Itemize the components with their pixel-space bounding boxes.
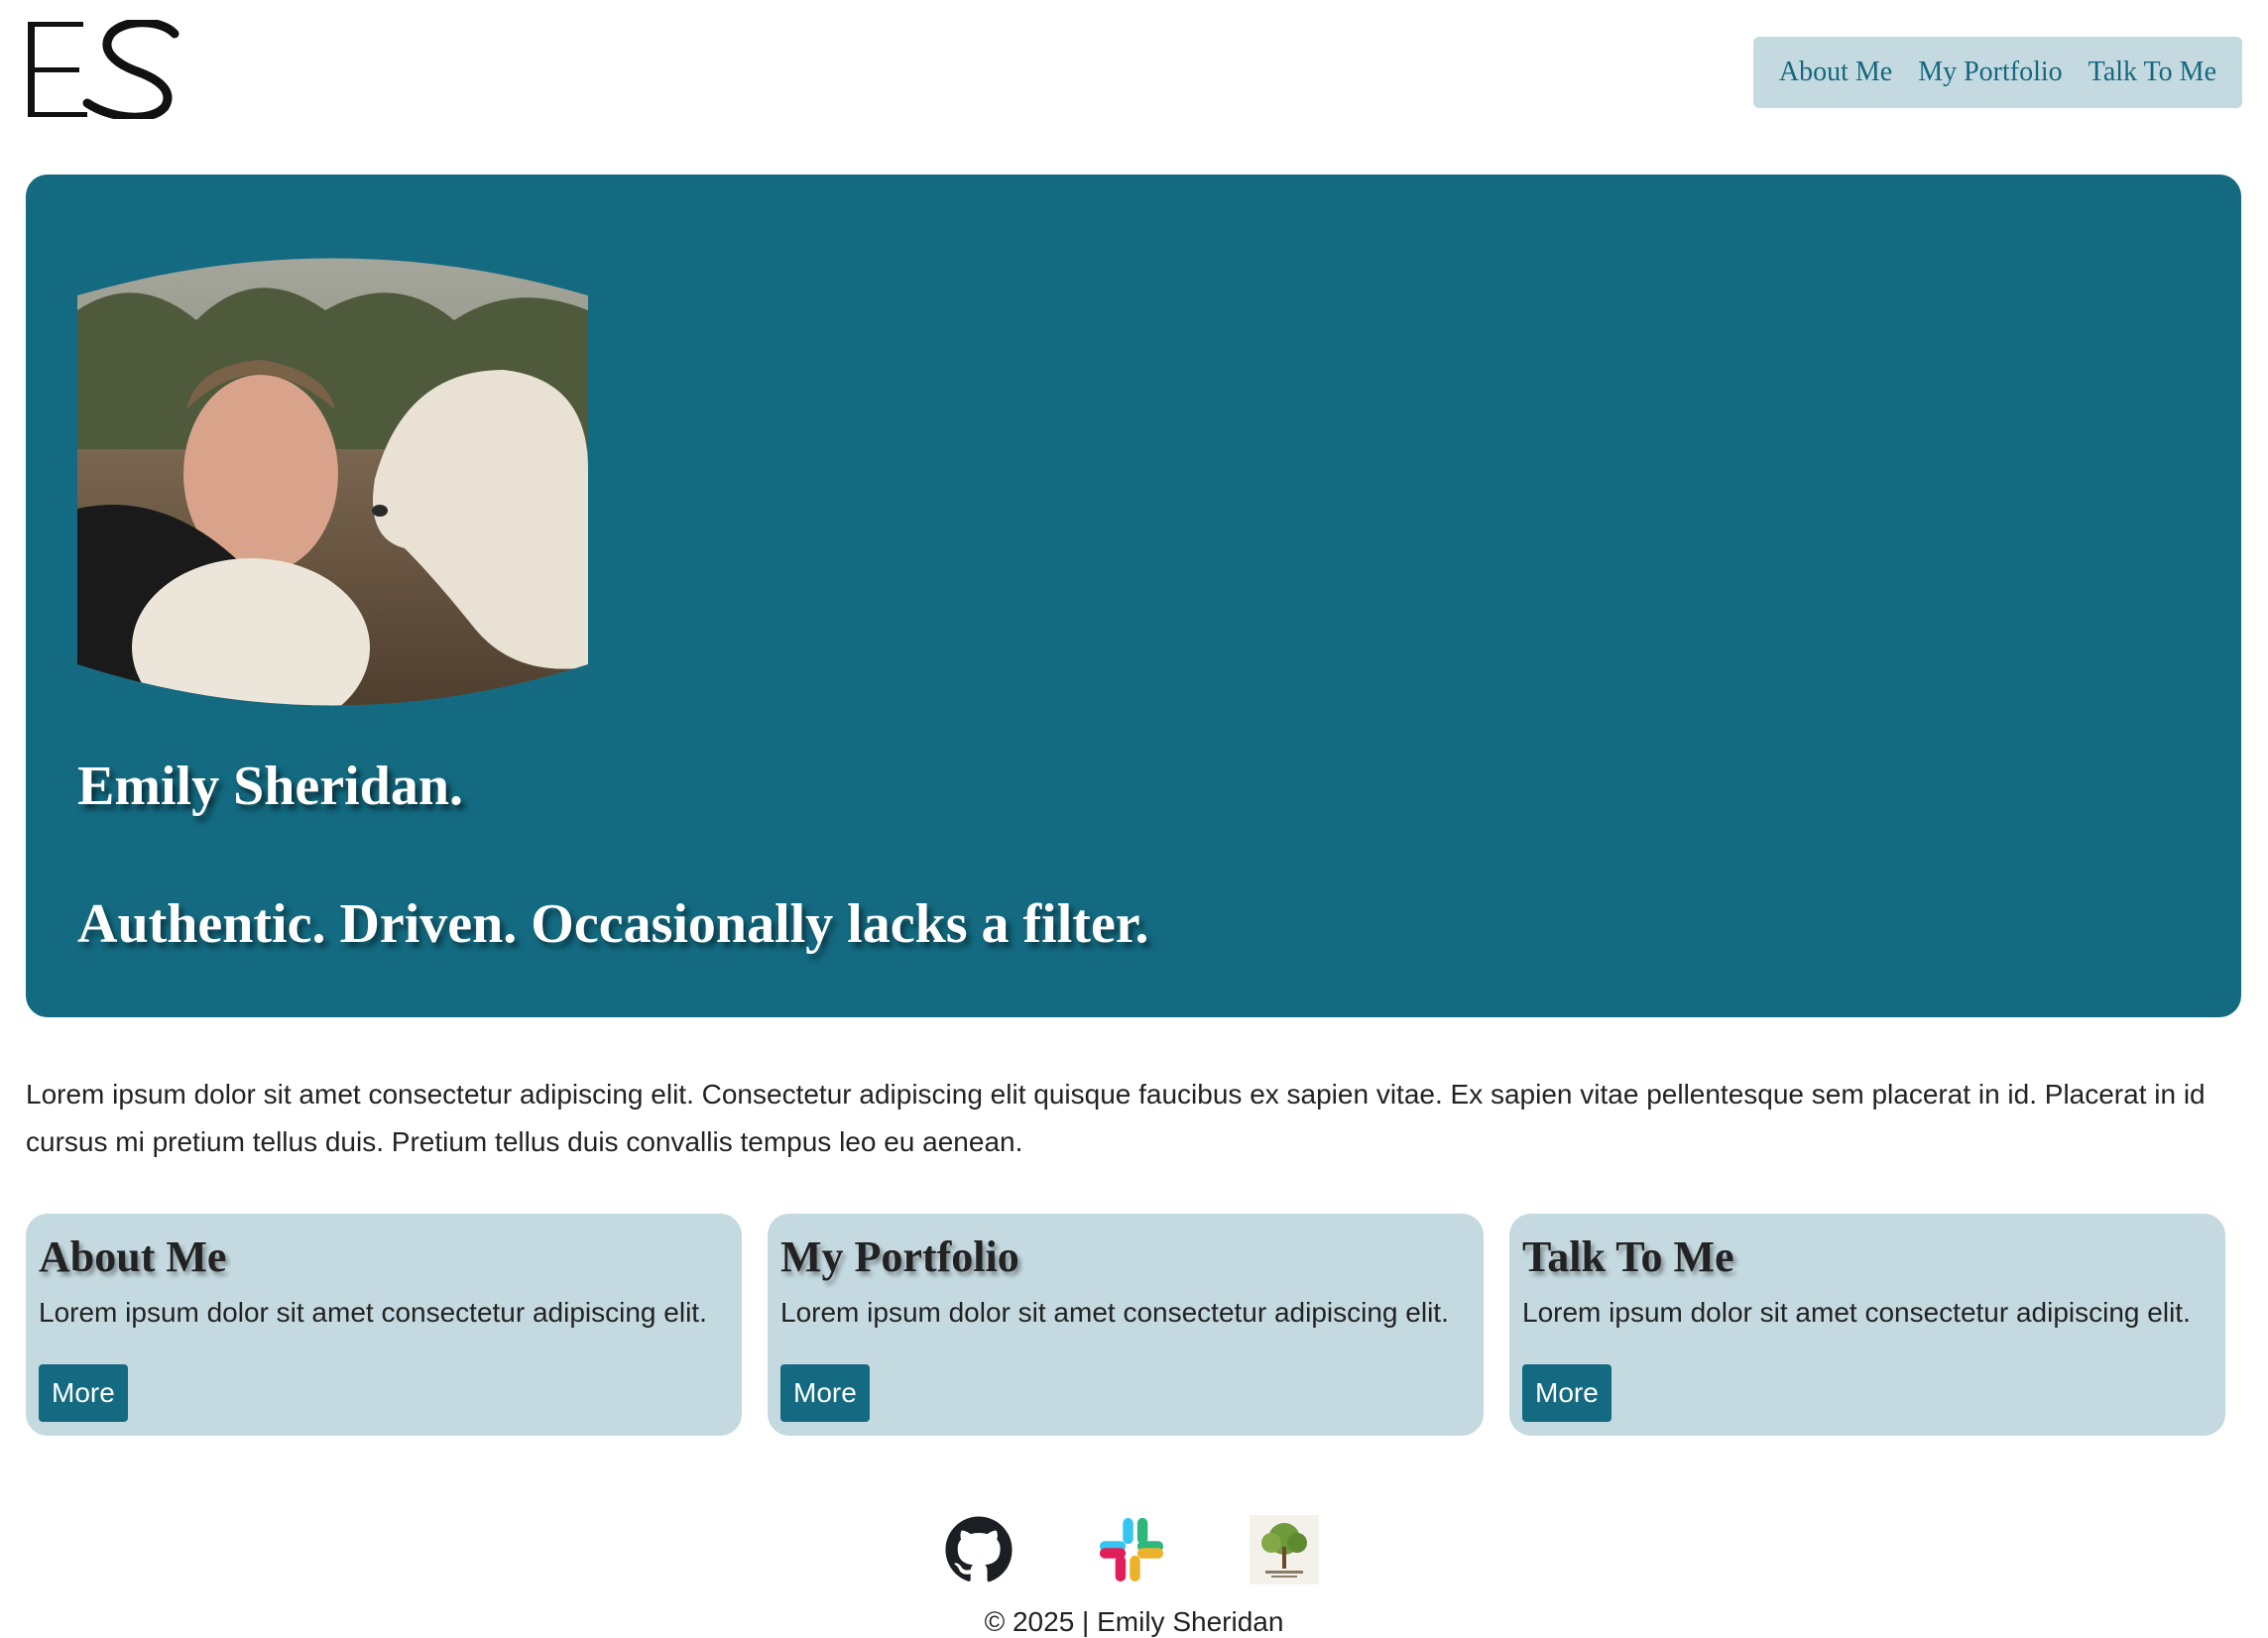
hero-banner: Emily Sheridan. Authentic. Driven. Occas… bbox=[26, 175, 2241, 1017]
nav-my-portfolio[interactable]: My Portfolio bbox=[1918, 57, 2062, 88]
nav-talk-to-me[interactable]: Talk To Me bbox=[2089, 57, 2216, 88]
github-icon[interactable] bbox=[944, 1515, 1014, 1584]
slack-icon[interactable] bbox=[1097, 1515, 1166, 1584]
feature-cards: About Me Lorem ipsum dolor sit amet cons… bbox=[26, 1214, 2241, 1436]
nav-about-me[interactable]: About Me bbox=[1779, 57, 1892, 88]
social-links bbox=[0, 1515, 2268, 1584]
hero-tagline: Authentic. Driven. Occasionally lacks a … bbox=[77, 893, 1149, 955]
site-logo[interactable] bbox=[26, 18, 186, 122]
main-nav: About Me My Portfolio Talk To Me bbox=[1752, 37, 2242, 108]
copyright-text: © 2025 | Emily Sheridan bbox=[984, 1606, 1284, 1637]
card-text: Lorem ipsum dolor sit amet consectetur a… bbox=[1522, 1297, 2191, 1328]
card-my-portfolio: My Portfolio Lorem ipsum dolor sit amet … bbox=[768, 1214, 1484, 1436]
hero-name: Emily Sheridan. bbox=[77, 756, 463, 817]
about-me-more-button[interactable]: More bbox=[39, 1364, 128, 1422]
tree-logo-icon[interactable] bbox=[1250, 1515, 1319, 1584]
card-talk-to-me: Talk To Me Lorem ipsum dolor sit amet co… bbox=[1509, 1214, 2225, 1436]
card-text: Lorem ipsum dolor sit amet consectetur a… bbox=[780, 1297, 1449, 1328]
intro-paragraph: Lorem ipsum dolor sit amet consectetur a… bbox=[26, 1079, 2206, 1157]
es-monogram-icon bbox=[28, 18, 179, 122]
card-about-me: About Me Lorem ipsum dolor sit amet cons… bbox=[26, 1214, 742, 1436]
card-title: My Portfolio bbox=[780, 1232, 1019, 1281]
card-title: About Me bbox=[39, 1232, 227, 1281]
my-portfolio-more-button[interactable]: More bbox=[780, 1364, 870, 1422]
profile-photo bbox=[77, 251, 588, 709]
card-title: Talk To Me bbox=[1522, 1232, 1734, 1281]
card-text: Lorem ipsum dolor sit amet consectetur a… bbox=[39, 1297, 707, 1328]
talk-to-me-more-button[interactable]: More bbox=[1522, 1364, 1611, 1422]
